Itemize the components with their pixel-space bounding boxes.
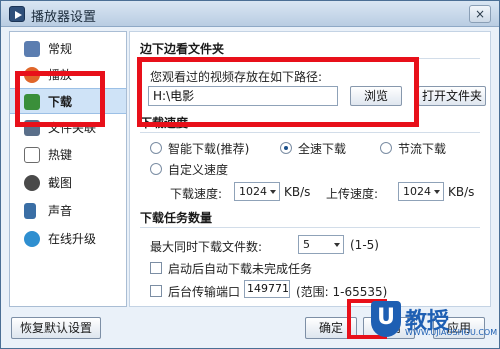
custom-speed-label: 自定义速度 — [168, 163, 229, 177]
download-settings-panel: 边下边看文件夹 您观看过的视频存放在如下路径: H:\电影 浏览 打开文件夹 下… — [129, 31, 491, 307]
sidebar-item-label: 下载 — [48, 95, 73, 109]
sidebar-item-sound[interactable]: 声音 — [10, 198, 126, 224]
general-icon — [24, 41, 40, 57]
open-folder-button[interactable]: 打开文件夹 — [418, 86, 486, 106]
max-files-select[interactable]: 5 — [298, 235, 344, 254]
sidebar-item-screenshot[interactable]: 截图 — [10, 170, 126, 196]
sidebar-item-label: 文件关联 — [48, 121, 97, 135]
watermark-url: WWW.UJIAOSHOU.COM — [405, 328, 498, 337]
custom-speed-radio[interactable] — [150, 163, 162, 175]
throttle-label: 节流下载 — [398, 142, 447, 156]
download-icon — [24, 94, 40, 110]
title-bar[interactable]: 播放器设置 × — [1, 1, 499, 27]
throttle-radio[interactable] — [380, 142, 392, 154]
chevron-down-icon — [334, 243, 340, 247]
section-divider — [140, 58, 480, 59]
player-app-icon — [9, 6, 25, 22]
port-input[interactable]: 1497713 — [244, 280, 290, 298]
watermark-logo: U 教授 WWW.UJIAOSHOU.COM — [371, 301, 497, 341]
speed-section-title: 下载速度 — [140, 116, 189, 130]
sidebar-item-download[interactable]: 下载 — [10, 88, 126, 114]
browse-button[interactable]: 浏览 — [350, 86, 402, 106]
chevron-down-icon — [434, 190, 440, 194]
sidebar-item-label: 在线升级 — [48, 232, 97, 246]
section-divider — [140, 132, 480, 133]
sidebar-item-label: 热键 — [48, 148, 73, 162]
download-speed-value: 1024 — [239, 185, 267, 198]
background-port-label: 后台传输端口 — [168, 285, 241, 299]
hotkey-icon — [24, 147, 40, 163]
smart-download-label: 智能下载(推荐) — [168, 142, 250, 156]
file-association-icon — [24, 120, 40, 136]
smart-download-radio[interactable] — [150, 142, 162, 154]
upload-speed-value: 1024 — [403, 185, 431, 198]
sidebar-item-label: 播放 — [48, 68, 73, 82]
chevron-down-icon — [270, 190, 276, 194]
sidebar-item-hotkey[interactable]: 热键 — [10, 142, 126, 168]
download-speed-unit: KB/s — [284, 185, 311, 199]
sidebar-item-label: 常规 — [48, 42, 73, 56]
sidebar-item-general[interactable]: 常规 — [10, 36, 126, 62]
download-speed-label: 下载速度: — [170, 187, 223, 201]
task-section-title: 下载任务数量 — [140, 211, 213, 225]
shield-logo-icon: U — [371, 301, 401, 337]
play-icon — [24, 67, 40, 83]
sidebar-item-label: 截图 — [48, 176, 73, 190]
speaker-icon — [24, 203, 36, 219]
globe-icon — [24, 231, 40, 247]
upload-speed-unit: KB/s — [448, 185, 475, 199]
port-range: (范围: 1-65535) — [296, 285, 388, 299]
sidebar-item-file-association[interactable]: 文件关联 — [10, 115, 126, 141]
max-files-range: (1-5) — [350, 238, 379, 252]
sidebar-item-play[interactable]: 播放 — [10, 62, 126, 88]
close-button[interactable]: × — [469, 5, 491, 23]
window-title: 播放器设置 — [31, 10, 97, 25]
sidebar-item-label: 声音 — [48, 204, 73, 218]
section-divider — [140, 227, 480, 228]
settings-sidebar: 常规 播放 下载 文件关联 热键 截图 声音 在线升级 — [9, 31, 127, 307]
background-port-checkbox[interactable] — [150, 285, 162, 297]
path-label: 您观看过的视频存放在如下路径: — [150, 70, 323, 84]
download-speed-select[interactable]: 1024 — [234, 182, 280, 201]
auto-resume-checkbox[interactable] — [150, 262, 162, 274]
ok-button[interactable]: 确定 — [305, 317, 357, 339]
max-files-label: 最大同时下载文件数: — [150, 240, 263, 254]
camera-icon — [24, 175, 40, 191]
watch-folder-section-title: 边下边看文件夹 — [140, 42, 225, 56]
sidebar-item-online-update[interactable]: 在线升级 — [10, 226, 126, 252]
upload-speed-label: 上传速度: — [326, 187, 379, 201]
restore-defaults-button[interactable]: 恢复默认设置 — [11, 317, 101, 339]
max-files-value: 5 — [303, 238, 310, 251]
path-input[interactable]: H:\电影 — [148, 86, 338, 106]
auto-resume-label: 启动后自动下载未完成任务 — [168, 262, 313, 276]
full-speed-label: 全速下载 — [298, 142, 347, 156]
upload-speed-select[interactable]: 1024 — [398, 182, 444, 201]
full-speed-radio[interactable] — [280, 142, 292, 154]
settings-window: 播放器设置 × 常规 播放 下载 文件关联 热键 截图 声音 在线升级 边下边看… — [0, 0, 500, 349]
